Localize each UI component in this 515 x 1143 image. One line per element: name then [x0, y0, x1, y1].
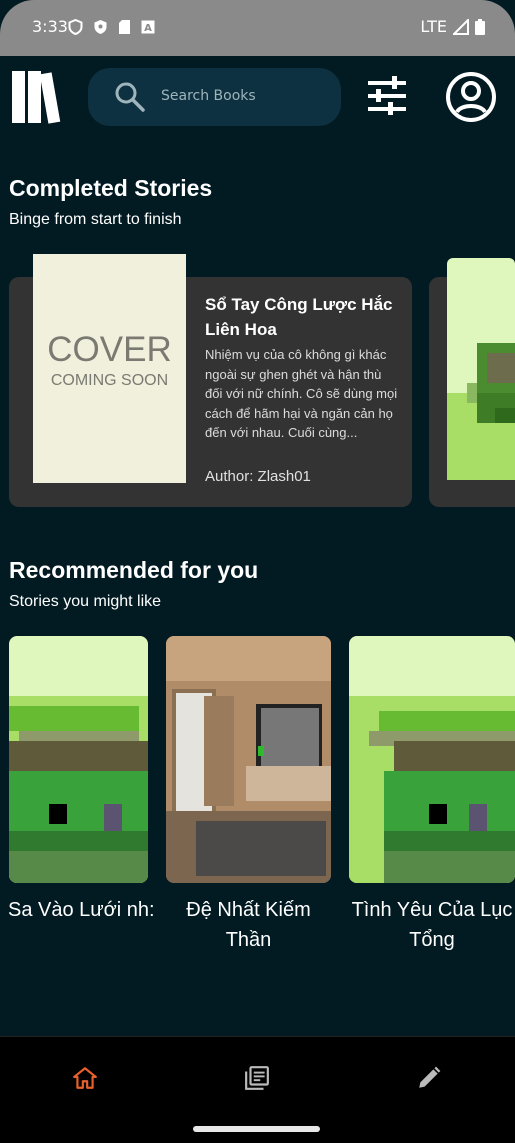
sd-card-icon: [119, 20, 130, 34]
recommended-book-cover[interactable]: [166, 636, 331, 883]
font-icon: A: [141, 20, 155, 34]
search-placeholder: Search Books: [161, 88, 256, 104]
search-bar[interactable]: Search Books: [88, 68, 341, 126]
battery-icon: [475, 18, 485, 35]
cover-text: COVER: [47, 330, 172, 369]
book-author: Author: Zlash01: [205, 468, 311, 485]
completed-section-subtitle: Binge from start to finish: [9, 211, 182, 228]
status-notification-icons: A: [68, 19, 155, 35]
book-cover-image[interactable]: [447, 258, 515, 480]
recommended-book-title[interactable]: Tình Yêu Của Lục Tổng: [349, 895, 515, 955]
svg-text:A: A: [144, 23, 152, 34]
book-description: Nhiệm vụ của cô không gì khác ngoài sự g…: [205, 347, 398, 440]
edit-icon[interactable]: [416, 1065, 442, 1091]
account-icon[interactable]: [445, 71, 497, 123]
recommended-book-cover[interactable]: [349, 636, 515, 883]
status-bar: 3:33 A LTE: [0, 0, 515, 56]
status-right: LTE: [420, 17, 485, 36]
gesture-home-bar[interactable]: [193, 1126, 320, 1132]
recommended-section-subtitle: Stories you might like: [9, 593, 162, 610]
recommended-section-title: Recommended for you: [9, 557, 259, 583]
recommended-book-title[interactable]: Sa Vào Lưới nh: Vợ Yêu K...: [0, 895, 158, 925]
recommended-book-title[interactable]: Đệ Nhất Kiếm Thần: [166, 895, 331, 955]
signal-icon: [453, 18, 469, 35]
network-type: LTE: [420, 17, 447, 36]
shield-filled-icon: [94, 20, 107, 34]
filter-tune-icon[interactable]: [366, 75, 408, 117]
search-icon: [115, 82, 145, 112]
book-title: Sổ Tay Công Lược Hắc Liên Hoa: [205, 295, 393, 339]
home-icon[interactable]: [72, 1065, 98, 1091]
book-cover-placeholder[interactable]: COVER COMING SOON: [33, 254, 186, 483]
shield-icon: [68, 19, 83, 35]
library-icon[interactable]: [244, 1065, 270, 1091]
cover-subtext: COMING SOON: [50, 372, 169, 389]
recommended-book-cover[interactable]: [9, 636, 148, 883]
library-logo-icon[interactable]: [12, 71, 68, 125]
status-time: 3:33: [32, 17, 68, 36]
app-screen: 3:33 A LTE Search Books Completed Storie…: [0, 0, 515, 1143]
top-app-bar: Search Books: [0, 56, 515, 140]
completed-section-title: Completed Stories: [9, 175, 213, 201]
